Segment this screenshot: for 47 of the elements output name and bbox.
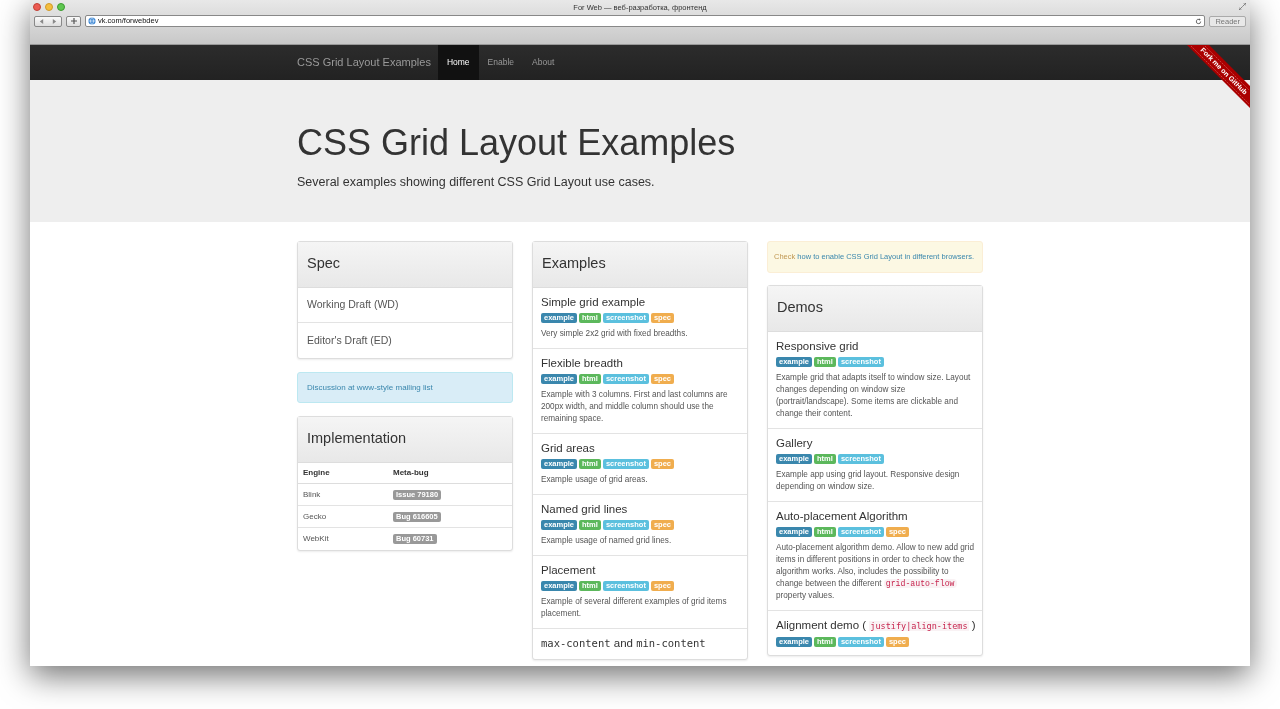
plus-icon: [70, 18, 77, 24]
engine-cell-text: WebKit: [303, 533, 330, 545]
item-description: Example of several different examples of grid items placement.: [541, 596, 728, 620]
spec-link[interactable]: Working Draft (WD): [298, 288, 512, 323]
item-description: Example grid that adapts itself to window size. Layout changes depending on window size (portrait/landscape). Some items are clickable and change their content.: [776, 372, 972, 420]
fullscreen-icon[interactable]: [1239, 3, 1246, 10]
item-description: Example with 3 columns. First and last columns are 200px width, and middle column should use the remaining space.: [541, 389, 729, 425]
zoom-button[interactable]: [57, 3, 65, 11]
item-title[interactable]: Simple grid example: [541, 295, 739, 310]
add-tab-button[interactable]: [66, 15, 81, 27]
minimize-button[interactable]: [45, 3, 53, 11]
column-header: Engine: [303, 467, 331, 479]
item-title[interactable]: Flexible breadth: [541, 356, 739, 371]
hero-subtitle: Several examples showing different CSS Grid Layout use cases.: [297, 174, 656, 191]
discussion-link[interactable]: Discussion at www-style mailing list: [307, 381, 433, 394]
item-title[interactable]: Gallery: [776, 436, 974, 451]
back-forward-buttons[interactable]: [34, 15, 62, 27]
item-title[interactable]: Placement: [541, 563, 739, 578]
panel-title: Implementation: [307, 429, 407, 449]
panel-title: Spec: [307, 254, 341, 274]
item-description: Example app using grid layout. Responsive design depending on window size.: [776, 469, 961, 493]
item-description: Auto-placement algorithm demo. Allow to new add grid items in different positions in order to check how the algorithm works. Also, includes the possibility to change between the different grid-auto-flow property values.: [776, 542, 974, 602]
navbar-brand[interactable]: CSS Grid Layout Examples: [297, 54, 431, 71]
nav-tab[interactable]: Enable: [478, 45, 524, 80]
forward-icon[interactable]: [52, 18, 57, 24]
item-description: Example usage of named grid lines.: [541, 535, 673, 547]
panel-title: Demos: [777, 298, 823, 318]
item-title[interactable]: Grid areas: [541, 441, 739, 456]
nav-tab[interactable]: Home: [437, 45, 479, 80]
engine-cell-text: Blink: [303, 488, 322, 501]
item-description: Example usage of grid areas.: [541, 474, 649, 486]
item-title[interactable]: max-content and min-content: [541, 636, 739, 651]
globe-icon: [88, 17, 96, 25]
reload-icon[interactable]: [1195, 17, 1203, 25]
engine-cell-text: Gecko: [303, 510, 328, 523]
column-header: Meta-bug: [393, 467, 430, 479]
panel-title: Examples: [542, 254, 606, 274]
item-title[interactable]: Alignment demo ( justify|align-items ): [776, 618, 974, 634]
close-button[interactable]: [33, 3, 41, 11]
hero-title: CSS Grid Layout Examples: [297, 123, 737, 163]
nav-tab[interactable]: About: [523, 45, 564, 80]
back-icon[interactable]: [39, 18, 44, 24]
item-description: Very simple 2x2 grid with fixed breadths.: [541, 328, 689, 340]
item-title[interactable]: Auto-placement Algorithm: [776, 509, 974, 524]
item-title[interactable]: Named grid lines: [541, 502, 739, 517]
item-title[interactable]: Responsive grid: [776, 339, 974, 354]
spec-link[interactable]: Editor's Draft (ED): [298, 323, 512, 358]
